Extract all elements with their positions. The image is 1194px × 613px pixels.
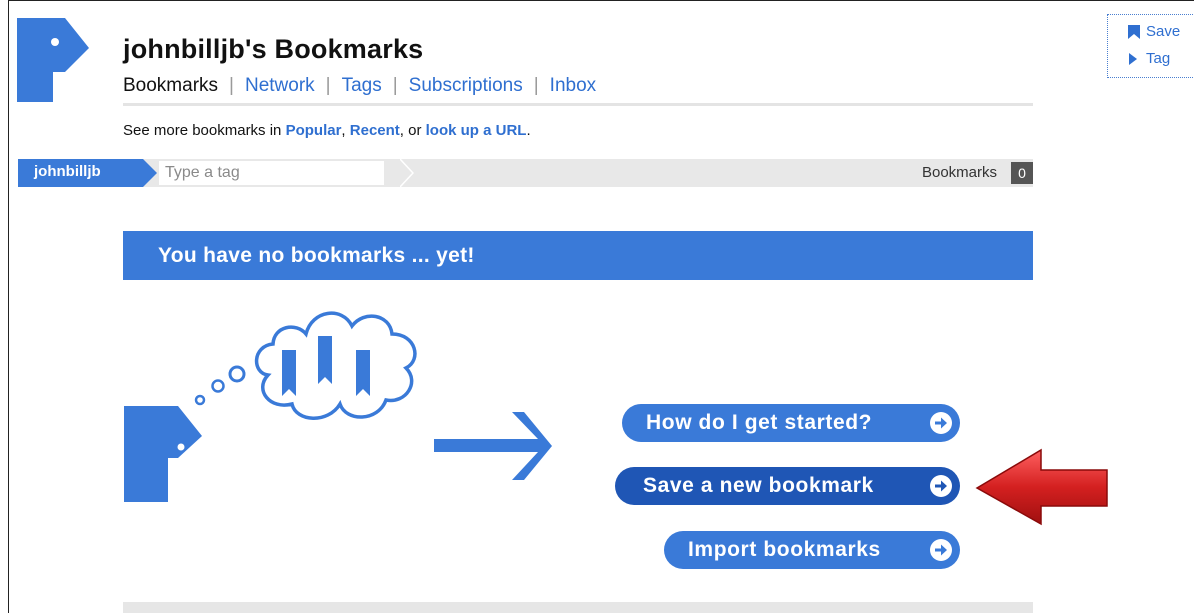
bookmark-flag-icon (1128, 25, 1140, 39)
bottom-divider (123, 602, 1033, 613)
thinking-head-illustration (124, 311, 552, 502)
lookup-url-link[interactable]: look up a URL (426, 122, 527, 139)
nav-tags[interactable]: Tags (342, 75, 382, 96)
head-icon (124, 406, 202, 502)
sidebar-tag-link[interactable]: Tag (1146, 50, 1170, 67)
tag-input[interactable] (159, 161, 384, 185)
breadcrumb-arrow-icon (143, 159, 157, 187)
logo-icon[interactable] (17, 18, 89, 102)
import-bookmarks-button[interactable]: Import bookmarks (664, 531, 960, 569)
cloud-icon (254, 311, 417, 420)
bookmarks-count-label: Bookmarks (921, 164, 997, 181)
thought-dot-icon (211, 379, 225, 393)
main-nav: Bookmarks | Network | Tags | Subscriptions | Inb… (123, 75, 596, 97)
thought-dot-icon (194, 394, 206, 406)
nav-bookmarks[interactable]: Bookmarks (123, 75, 218, 96)
sidebar-actions: Save Tag (1107, 14, 1194, 78)
recent-link[interactable]: Recent (350, 122, 400, 139)
arrow-right-icon (434, 412, 552, 480)
triangle-right-icon (1129, 53, 1137, 65)
see-more-or: , or (399, 122, 426, 139)
nav-network[interactable]: Network (245, 75, 315, 96)
nav-separator: | (325, 75, 331, 96)
popular-link[interactable]: Popular (286, 122, 342, 139)
circle-arrow-right-icon (930, 412, 952, 434)
save-new-bookmark-label: Save a new bookmark (643, 474, 874, 497)
nav-separator: | (392, 75, 398, 96)
get-started-button[interactable]: How do I get started? (622, 404, 960, 442)
get-started-label: How do I get started? (646, 411, 873, 434)
circle-arrow-right-icon (930, 539, 952, 561)
nav-separator: | (229, 75, 234, 96)
see-more-suffix: . (526, 122, 531, 139)
import-bookmarks-label: Import bookmarks (688, 538, 881, 561)
tag-bar: johnbilljb Bookmarks 0 (18, 159, 1033, 187)
empty-state-banner: You have no bookmarks ... yet! (123, 231, 1033, 280)
sidebar-save-link[interactable]: Save (1146, 23, 1180, 40)
circle-arrow-right-icon (930, 475, 952, 497)
chevron-right-icon (400, 159, 414, 187)
see-more-text: See more bookmarks in Popular, Recent, o… (123, 122, 531, 139)
bookmarks-count-badge: 0 (1011, 162, 1033, 184)
see-more-comma: , (341, 122, 350, 139)
nav-inbox[interactable]: Inbox (550, 75, 596, 96)
red-pointer-arrow-icon (975, 448, 1108, 526)
thought-dot-icon (228, 365, 246, 383)
username-breadcrumb[interactable]: johnbilljb (18, 159, 143, 187)
page-title: johnbilljb's Bookmarks (123, 34, 424, 64)
save-new-bookmark-button[interactable]: Save a new bookmark (615, 467, 960, 505)
nav-separator: | (533, 75, 539, 96)
nav-divider (123, 103, 1033, 106)
see-more-prefix: See more bookmarks in (123, 122, 286, 139)
nav-subscriptions[interactable]: Subscriptions (409, 75, 523, 96)
